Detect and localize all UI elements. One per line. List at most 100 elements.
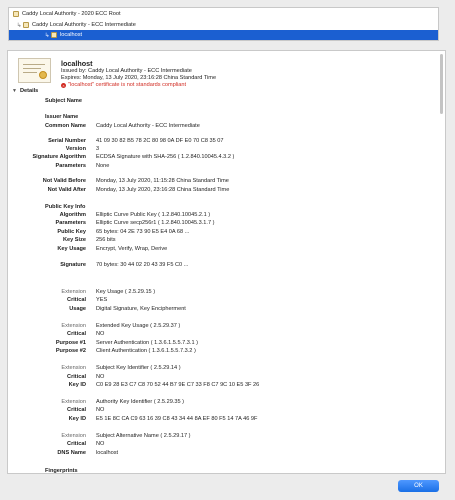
detail-key: Extension (61, 323, 86, 329)
detail-row: Extension Subject Alternative Name ( 2.5.… (8, 432, 445, 440)
detail-key: Key Size (62, 237, 86, 243)
error-icon: × (61, 82, 66, 88)
chevron-right-icon: ↳ (16, 22, 22, 29)
detail-key: Signature Algorithm (32, 154, 86, 160)
compliance-warning: × "localhost" certificate is not standar… (61, 82, 186, 88)
detail-value: 256 bits (96, 237, 116, 243)
warning-text: "localhost" certificate is not standards… (68, 82, 187, 88)
detail-key: Critical (67, 331, 86, 337)
detail-key: Public Key Info (45, 204, 86, 210)
detail-value: NO (96, 374, 105, 380)
tree-item-root[interactable]: Caddy Local Authority - 2020 ECC Root (9, 9, 438, 19)
detail-value: 65 bytes: 04 2E 73 90 E5 E4 0A 68 ... (96, 229, 190, 235)
detail-row: Signature Algorithm ECDSA Signature with … (8, 153, 445, 161)
detail-row: Issuer Name (8, 113, 445, 121)
detail-key: Key ID (68, 416, 86, 422)
detail-value: NO (96, 331, 105, 337)
triangle-down-icon: ▼ (12, 88, 17, 94)
detail-key: Not Valid Before (42, 178, 86, 184)
detail-value: Digital Signature, Key Encipherment (96, 306, 186, 312)
detail-key: Not Valid After (47, 187, 86, 193)
detail-value: Elliptic Curve secp256r1 ( 1.2.840.10045… (96, 220, 215, 226)
detail-value: Client Authentication ( 1.3.6.1.5.5.7.3.… (96, 348, 196, 354)
issuer-line: Issued by: Caddy Local Authority - ECC I… (61, 68, 192, 74)
tree-item-intermediate[interactable]: ↳ Caddy Local Authority - ECC Intermedia… (9, 20, 438, 30)
detail-key: Serial Number (48, 138, 86, 144)
detail-row: Purpose #1 Server Authentication ( 1.3.6.… (8, 339, 445, 347)
detail-key: Critical (67, 297, 86, 303)
detail-value: E5 1E 8C CA C9 63 16 39 C8 43 34 44 8A E… (96, 416, 258, 422)
detail-value: Subject Key Identifier ( 2.5.29.14 ) (96, 365, 181, 371)
tree-item-label: localhost (60, 32, 83, 38)
detail-key: Extension (61, 289, 86, 295)
detail-value: Key Usage ( 2.5.29.15 ) (96, 289, 156, 295)
detail-row: Public Key Info (8, 203, 445, 211)
detail-value: Subject Alternative Name ( 2.5.29.17 ) (96, 433, 191, 439)
detail-row: Extension Subject Key Identifier ( 2.5.29… (8, 364, 445, 372)
detail-row: Extension Extended Key Usage ( 2.5.29.37 … (8, 322, 445, 330)
detail-key: Extension (61, 433, 86, 439)
detail-key: Purpose #1 (55, 340, 86, 346)
detail-row: Key ID C0 E9 28 E3 C7 C8 70 52 44 B7 9E C… (8, 381, 445, 389)
detail-row: Critical YES (8, 296, 445, 304)
detail-value: NO (96, 407, 105, 413)
detail-key: Issuer Name (45, 114, 79, 120)
detail-row: Extension Authority Key Identifier ( 2.5.… (8, 398, 445, 406)
certificate-summary: localhost Issued by: Caddy Local Authori… (8, 51, 445, 88)
detail-key: Subject Name (45, 98, 82, 104)
detail-value: 41 09 30 82 B5 78 2C 80 98 0A DF E0 70 C… (96, 138, 224, 144)
detail-key: DNS Name (57, 450, 86, 456)
detail-row: Extension Key Usage ( 2.5.29.15 ) (8, 288, 445, 296)
detail-row: Serial Number 41 09 30 82 B5 78 2C 80 98 … (8, 137, 445, 145)
detail-row: Key ID E5 1E 8C CA C9 63 16 39 C8 43 34 4… (8, 415, 445, 423)
detail-key: Purpose #2 (55, 348, 86, 354)
detail-row: Purpose #2 Client Authentication ( 1.3.6.… (8, 347, 445, 355)
detail-row: Key Size 256 bits (8, 236, 445, 244)
detail-row: Version 3 (8, 145, 445, 153)
detail-row: Critical NO (8, 406, 445, 414)
detail-value: Caddy Local Authority - ECC Intermediate (96, 123, 200, 129)
certificate-icon (13, 11, 19, 17)
seal-icon (39, 71, 47, 79)
ok-button[interactable]: OK (398, 480, 439, 492)
detail-key: Fingerprints (45, 468, 78, 474)
detail-key: Parameters (55, 163, 86, 169)
detail-key: Common Name (44, 123, 86, 129)
detail-key: Signature (60, 262, 86, 268)
detail-row: Not Valid After Monday, 13 July 2020, 23:… (8, 186, 445, 194)
certificate-details-panel[interactable]: localhost Issued by: Caddy Local Authori… (7, 50, 446, 474)
detail-value: Elliptic Curve Public Key ( 1.2.840.1004… (96, 212, 211, 218)
detail-key: Parameters (55, 220, 86, 226)
certificate-chain-tree[interactable]: Caddy Local Authority - 2020 ECC Root ↳ … (8, 7, 439, 41)
detail-key: Key ID (68, 382, 86, 388)
detail-row: Parameters Elliptic Curve secp256r1 ( 1.2… (8, 219, 445, 227)
detail-value: 3 (96, 146, 100, 152)
detail-value: Monday, 13 July 2020, 23:16:28 China Sta… (96, 187, 230, 193)
detail-row: Not Valid Before Monday, 13 July 2020, 11… (8, 177, 445, 185)
detail-row: Subject Name (8, 97, 445, 105)
details-disclosure[interactable]: ▼ Details (12, 88, 38, 94)
detail-row: Signature 70 bytes: 30 44 02 20 43 39 F5 … (8, 261, 445, 269)
tree-item-leaf[interactable]: ↳ localhost (9, 30, 438, 40)
detail-value: YES (96, 297, 108, 303)
detail-row: Critical NO (8, 440, 445, 448)
certificate-icon (23, 22, 29, 28)
detail-row: Parameters None (8, 162, 445, 170)
details-label: Details (19, 88, 39, 94)
detail-key: Key Usage (57, 246, 86, 252)
detail-value: localhost (96, 450, 119, 456)
detail-row: DNS Name localhost (8, 449, 445, 457)
detail-key: Public Key (57, 229, 86, 235)
detail-value: Server Authentication ( 1.3.6.1.5.5.7.3.… (96, 340, 198, 346)
detail-value: Extended Key Usage ( 2.5.29.37 ) (96, 323, 181, 329)
detail-value: ECDSA Signature with SHA-256 ( 1.2.840.1… (96, 154, 235, 160)
detail-key: Critical (67, 441, 86, 447)
detail-row: Common Name Caddy Local Authority - ECC I… (8, 122, 445, 130)
scrollbar[interactable] (440, 54, 443, 114)
detail-key: Version (65, 146, 86, 152)
detail-key: Usage (69, 306, 86, 312)
detail-value: Authority Key Identifier ( 2.5.29.35 ) (96, 399, 184, 405)
detail-row: Algorithm Elliptic Curve Public Key ( 1.2… (8, 211, 445, 219)
certificate-image (18, 58, 51, 83)
detail-row: Fingerprints (8, 467, 445, 474)
